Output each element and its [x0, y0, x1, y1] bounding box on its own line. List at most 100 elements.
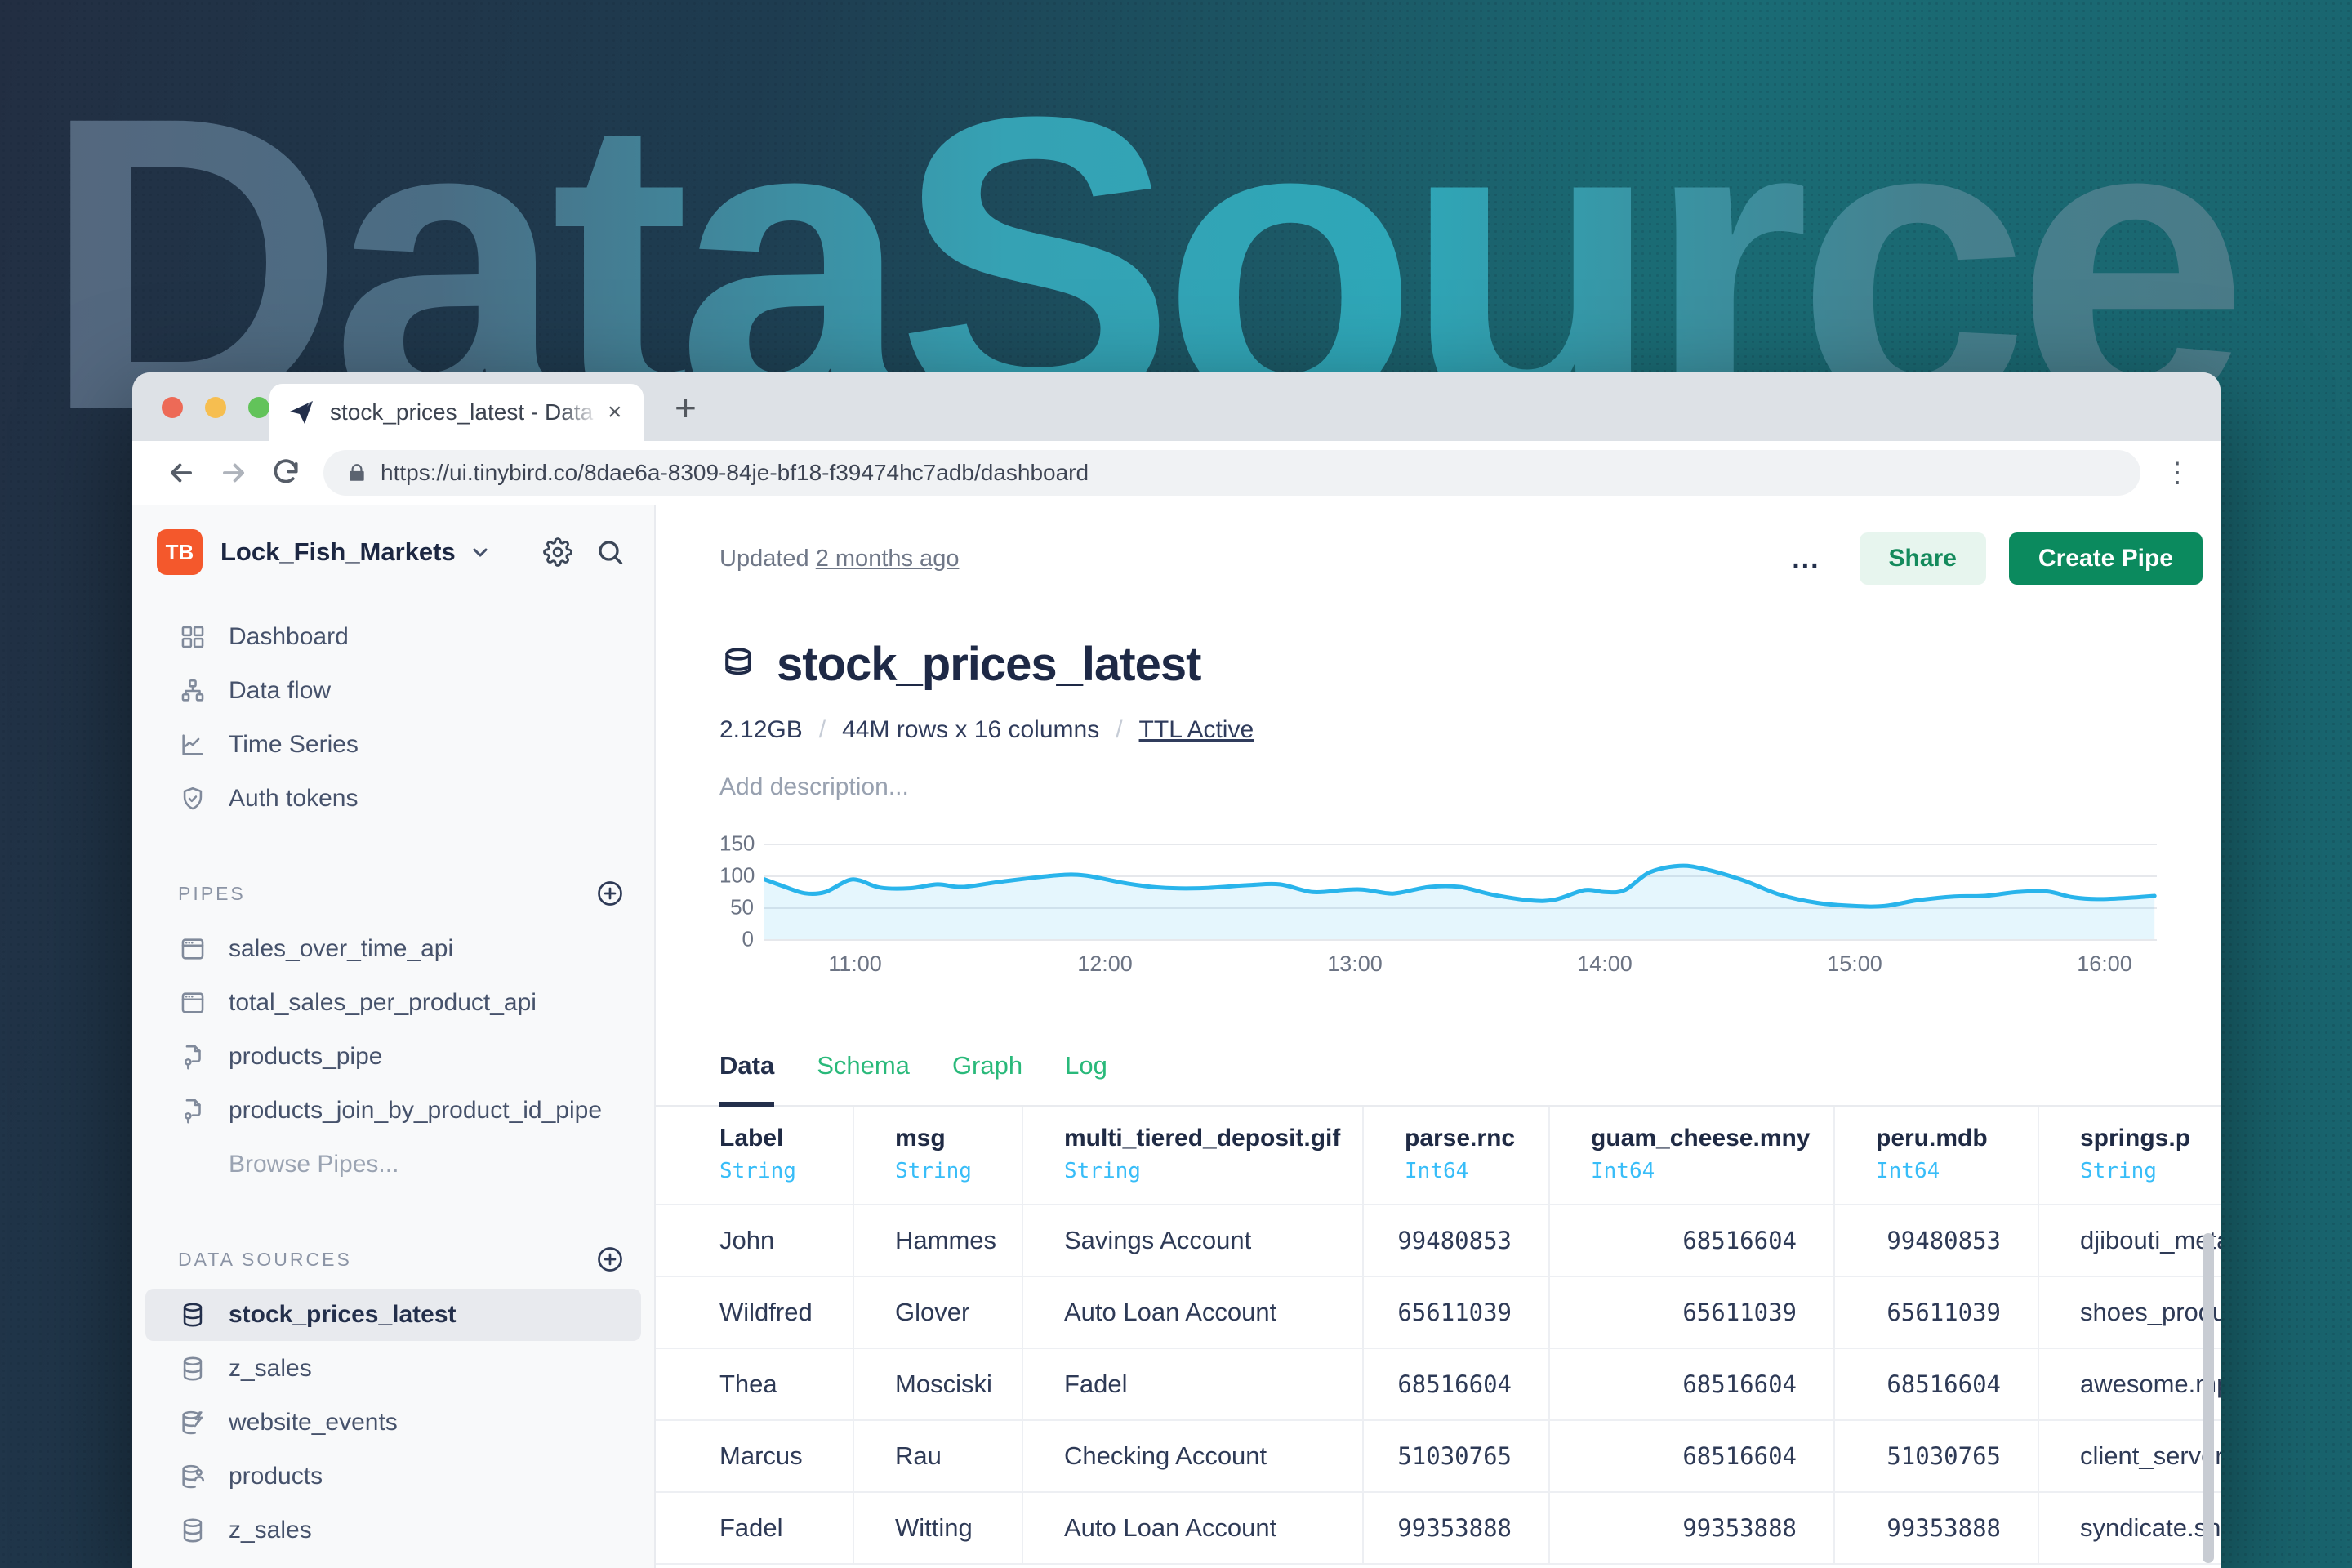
table-cell: Witting	[853, 1493, 1022, 1565]
back-icon[interactable]	[155, 457, 207, 488]
ttl-status-link[interactable]: TTL Active	[1139, 716, 1254, 744]
x-axis-tick: 16:00	[2077, 951, 2132, 977]
table-scrollbar[interactable]	[2203, 1233, 2214, 1563]
url-text: https://ui.tinybird.co/8dae6a-8309-84je-…	[381, 460, 1089, 486]
y-axis-tick: 100	[719, 863, 754, 889]
y-axis-tick: 0	[719, 927, 754, 952]
browse-data-sources-link[interactable]: Browse Data Sources...	[145, 1558, 641, 1568]
add-description-field[interactable]: Add description...	[656, 744, 2221, 801]
detail-tabs: Data Schema Graph Log	[656, 987, 2221, 1107]
table-cell: 65611039	[1833, 1277, 2038, 1349]
search-icon[interactable]	[595, 537, 625, 567]
browser-tab[interactable]: stock_prices_latest - Data Sour ×	[270, 384, 644, 441]
y-axis-tick: 150	[719, 831, 754, 857]
x-axis-tick: 11:00	[828, 951, 882, 977]
sidebar-item-data-flow[interactable]: Data flow	[145, 665, 641, 717]
column-header-peru.mdb[interactable]: peru.mdbInt64	[1833, 1107, 2038, 1205]
column-header-multi_tiered_deposit.gif[interactable]: multi_tiered_deposit.gifString	[1022, 1107, 1362, 1205]
item-label: z_sales	[229, 1517, 312, 1544]
workspace-switcher[interactable]: TB Lock_Fish_Markets	[132, 526, 654, 578]
tab-schema[interactable]: Schema	[817, 1051, 910, 1105]
api-icon	[178, 989, 207, 1017]
column-header-msg[interactable]: msgString	[853, 1107, 1022, 1205]
close-window-button[interactable]	[162, 397, 183, 418]
table-cell: Fadel	[656, 1493, 853, 1565]
item-label: Auth tokens	[229, 785, 358, 813]
tab-log[interactable]: Log	[1065, 1051, 1107, 1105]
item-label: Data flow	[229, 677, 331, 705]
updated-time-link[interactable]: 2 months ago	[816, 546, 960, 572]
sidebar-item-auth-tokens[interactable]: Auth tokens	[145, 773, 641, 825]
more-actions-button[interactable]: ...	[1771, 543, 1841, 575]
share-button[interactable]: Share	[1860, 532, 1986, 585]
add-data-source-icon[interactable]	[595, 1245, 625, 1274]
item-label: sales_over_time_api	[229, 935, 453, 963]
zoom-window-button[interactable]	[248, 397, 270, 418]
browser-menu-icon[interactable]: ⋮	[2157, 457, 2198, 489]
tab-close-icon[interactable]: ×	[608, 399, 622, 426]
column-header-Label[interactable]: LabelString	[656, 1107, 853, 1205]
data-sources-section-title: DATA SOURCES	[178, 1249, 352, 1271]
data-source-item[interactable]: website_events	[145, 1396, 641, 1449]
table-cell: Auto Loan Account	[1022, 1493, 1362, 1565]
workspace-name: Lock_Fish_Markets	[220, 537, 456, 567]
table-cell: 68516604	[1548, 1349, 1833, 1421]
add-pipe-icon[interactable]	[595, 879, 625, 908]
item-label: products_join_by_product_id_pipe	[229, 1097, 602, 1125]
data-source-item[interactable]: stock_prices_latest	[145, 1289, 641, 1341]
item-label: z_sales	[229, 1355, 312, 1383]
item-label: total_sales_per_product_api	[229, 989, 537, 1017]
browse-pipes-link[interactable]: Browse Pipes...	[145, 1138, 641, 1191]
table-cell: 68516604	[1833, 1349, 2038, 1421]
item-label: products	[229, 1463, 323, 1490]
timeseries-icon	[178, 731, 207, 759]
column-header-springs.p[interactable]: springs.pString	[2038, 1107, 2221, 1205]
column-header-guam_cheese.mny[interactable]: guam_cheese.mnyInt64	[1548, 1107, 1833, 1205]
create-pipe-button[interactable]: Create Pipe	[2009, 532, 2203, 585]
table-cell: 68516604	[1362, 1349, 1548, 1421]
shield-icon	[178, 785, 207, 813]
x-axis-tick: 15:00	[1827, 951, 1882, 977]
tab-graph[interactable]: Graph	[952, 1051, 1022, 1105]
data-source-item[interactable]: z_sales	[145, 1504, 641, 1557]
db-user-icon	[178, 1463, 207, 1490]
table-cell: shoes_produc	[2038, 1277, 2221, 1349]
pipes-list: sales_over_time_api total_sales_per_produ…	[132, 923, 654, 1191]
url-bar[interactable]: https://ui.tinybird.co/8dae6a-8309-84je-…	[323, 450, 2140, 496]
x-axis-tick: 14:00	[1577, 951, 1633, 977]
pipe-item[interactable]: products_join_by_product_id_pipe	[145, 1085, 641, 1137]
page-title: stock_prices_latest	[777, 637, 1200, 692]
table-cell: Thea	[656, 1349, 853, 1421]
window-controls	[162, 397, 270, 418]
table-cell: 99353888	[1833, 1493, 2038, 1565]
settings-gear-icon[interactable]	[543, 537, 572, 567]
forward-icon[interactable]	[207, 457, 260, 488]
sidebar-item-dashboard[interactable]: Dashboard	[145, 611, 641, 663]
x-axis-tick: 13:00	[1327, 951, 1383, 977]
table-cell: Glover	[853, 1277, 1022, 1349]
workspace-avatar: TB	[157, 529, 203, 575]
updated-label: Updated 2 months ago	[719, 546, 959, 572]
table-cell: 51030765	[1362, 1421, 1548, 1493]
column-header-parse.rnc[interactable]: parse.rncInt64	[1362, 1107, 1548, 1205]
reload-icon[interactable]	[260, 457, 312, 488]
new-tab-button[interactable]: +	[675, 385, 697, 430]
table-cell: Rau	[853, 1421, 1022, 1493]
table-cell: 65611039	[1362, 1277, 1548, 1349]
db-bolt-icon	[178, 1409, 207, 1437]
tab-data[interactable]: Data	[719, 1051, 774, 1107]
datasource-meta: 2.12GB / 44M rows x 16 columns / TTL Act…	[656, 692, 2221, 744]
sidebar-item-time-series[interactable]: Time Series	[145, 719, 641, 771]
datasource-icon	[719, 646, 757, 684]
minimize-window-button[interactable]	[205, 397, 226, 418]
data-sources-list: stock_prices_latest z_sales website_events…	[132, 1289, 654, 1568]
grid-icon	[178, 623, 207, 651]
item-label: Dashboard	[229, 623, 349, 651]
pipe-item[interactable]: products_pipe	[145, 1031, 641, 1083]
data-source-item[interactable]: products	[145, 1450, 641, 1503]
area-chart-plot	[764, 844, 2157, 942]
pipe-item[interactable]: sales_over_time_api	[145, 923, 641, 975]
data-source-item[interactable]: z_sales	[145, 1343, 641, 1395]
pipe-item[interactable]: total_sales_per_product_api	[145, 977, 641, 1029]
table-cell: djibouti_metal	[2038, 1205, 2221, 1277]
